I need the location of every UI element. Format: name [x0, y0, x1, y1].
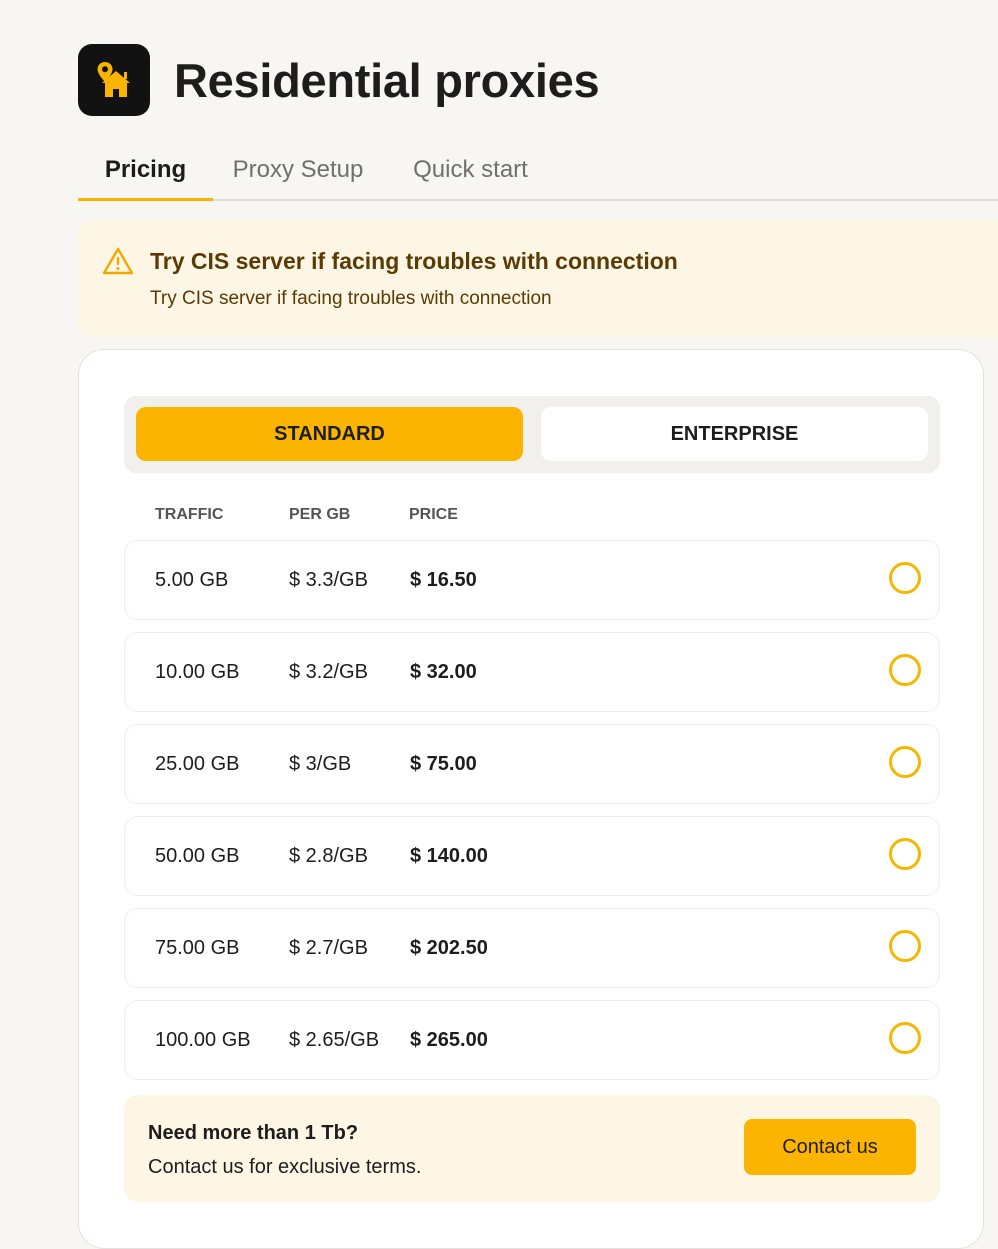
pricing-row[interactable]: 25.00 GB $ 3/GB $ 75.00 [124, 724, 940, 804]
page-header: Residential proxies [78, 44, 600, 116]
traffic-value: 25.00 GB [155, 752, 240, 775]
select-radio[interactable] [889, 746, 921, 778]
column-header-traffic: TRAFFIC [155, 506, 224, 523]
per-gb-value: $ 3.3/GB [289, 568, 368, 591]
alert-title: Try CIS server if facing troubles with c… [150, 248, 678, 274]
pricing-row[interactable]: 100.00 GB $ 2.65/GB $ 265.00 [124, 1000, 940, 1080]
page-title: Residential proxies [174, 53, 600, 107]
pricing-card: STANDARD ENTERPRISE TRAFFIC PER GB PRICE… [78, 349, 984, 1249]
enterprise-cta: Need more than 1 Tb? Contact us for excl… [124, 1095, 940, 1202]
price-value: $ 202.50 [410, 936, 488, 959]
select-radio[interactable] [889, 930, 921, 962]
per-gb-value: $ 2.65/GB [289, 1028, 380, 1051]
per-gb-value: $ 3/GB [289, 752, 352, 775]
table-header: TRAFFIC PER GB PRICE [124, 506, 940, 526]
alert-text: Try CIS server if facing troubles with c… [150, 288, 552, 309]
tab-pricing[interactable]: Pricing [78, 140, 213, 201]
per-gb-value: $ 2.8/GB [289, 844, 368, 867]
column-header-per-gb: PER GB [289, 506, 351, 523]
tab-proxy-setup[interactable]: Proxy Setup [213, 140, 383, 199]
cta-title: Need more than 1 Tb? [148, 1122, 359, 1144]
enterprise-plan-button[interactable]: ENTERPRISE [541, 407, 928, 461]
tab-bar: Pricing Proxy Setup Quick start [78, 140, 998, 201]
pricing-row[interactable]: 75.00 GB $ 2.7/GB $ 202.50 [124, 908, 940, 988]
pricing-row[interactable]: 10.00 GB $ 3.2/GB $ 32.00 [124, 632, 940, 712]
contact-us-button[interactable]: Contact us [744, 1119, 916, 1175]
select-radio[interactable] [889, 654, 921, 686]
select-radio[interactable] [889, 1022, 921, 1054]
price-value: $ 75.00 [410, 752, 477, 775]
select-radio[interactable] [889, 562, 921, 594]
price-value: $ 265.00 [410, 1028, 488, 1051]
traffic-value: 10.00 GB [155, 660, 240, 683]
select-radio[interactable] [889, 838, 921, 870]
price-value: $ 32.00 [410, 660, 477, 683]
per-gb-value: $ 3.2/GB [289, 660, 368, 683]
pricing-row[interactable]: 50.00 GB $ 2.8/GB $ 140.00 [124, 816, 940, 896]
price-value: $ 140.00 [410, 844, 488, 867]
cta-text: Contact us for exclusive terms. [148, 1156, 422, 1178]
per-gb-value: $ 2.7/GB [289, 936, 368, 959]
plan-toggle: STANDARD ENTERPRISE [124, 396, 940, 473]
column-header-price: PRICE [409, 506, 458, 523]
tab-quick-start[interactable]: Quick start [383, 140, 558, 199]
home-location-icon [78, 44, 150, 116]
standard-plan-button[interactable]: STANDARD [136, 407, 523, 461]
traffic-value: 100.00 GB [155, 1028, 251, 1051]
traffic-value: 50.00 GB [155, 844, 240, 867]
pricing-row[interactable]: 5.00 GB $ 3.3/GB $ 16.50 [124, 540, 940, 620]
price-value: $ 16.50 [410, 568, 477, 591]
connection-alert: Try CIS server if facing troubles with c… [78, 221, 998, 337]
warning-icon [102, 247, 134, 275]
traffic-value: 75.00 GB [155, 936, 240, 959]
traffic-value: 5.00 GB [155, 568, 229, 591]
